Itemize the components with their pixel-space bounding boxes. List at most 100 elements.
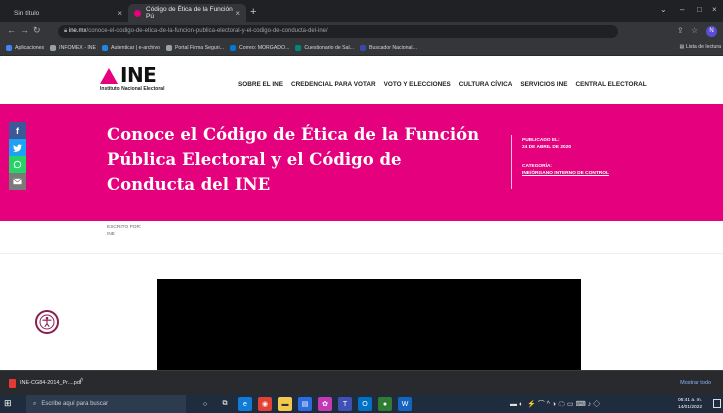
share-twitter-button[interactable] xyxy=(9,139,26,156)
bookmark-item[interactable]: Correo: MORGADO... xyxy=(229,45,290,51)
taskbar-apps: ○ ⧉ e ◉ ▬ ▤ ✿ T O ● W xyxy=(198,397,412,411)
logo-subtitle: Instituto Nacional Electoral xyxy=(100,86,165,92)
ine-logo[interactable]: INE Instituto Nacional Electoral xyxy=(100,63,192,92)
clock-time: 06:41 a. m. xyxy=(678,398,702,403)
share-whatsapp-button[interactable] xyxy=(9,156,26,173)
system-tray-icons[interactable]: ▬ ◐ ⚡ ⌒ ^ ◑ ☁ ▭ ⌨ ♪ ◇ xyxy=(510,399,600,409)
published-date: 24 DE ABRIL DE 2020 xyxy=(522,145,572,150)
globe-icon xyxy=(165,45,172,51)
email-icon xyxy=(13,178,22,185)
browser-tab[interactable]: Sin título × xyxy=(8,4,128,22)
bookmark-item[interactable]: Cuestionario de Sal... xyxy=(295,45,354,51)
lock-icon: 🔒︎ xyxy=(64,28,68,34)
bookmark-item[interactable]: Portal Firma Seguri... xyxy=(165,45,224,51)
download-shelf: INE-CG84-2014_Pr....pdf ^ Mostrar todo xyxy=(0,370,723,395)
facebook-icon: f xyxy=(16,125,19,136)
outlook-icon[interactable]: O xyxy=(358,397,372,411)
archive-icon xyxy=(102,45,109,51)
bookmark-label: Correo: MORGADO... xyxy=(238,45,290,51)
search-placeholder: Escribe aquí para buscar xyxy=(41,401,109,407)
author-label: ESCRITO POR: xyxy=(107,225,142,230)
tab-title: Sin título xyxy=(14,9,40,17)
bookmark-item[interactable]: Autenticar | e-archivo xyxy=(102,45,160,51)
share-page-icon[interactable]: ⇪ xyxy=(677,26,684,35)
bookmark-label: Portal Firma Seguri... xyxy=(174,45,224,51)
maximize-icon[interactable]: □ xyxy=(697,5,702,14)
nav-voto-elecciones[interactable]: VOTO Y ELECCIONES xyxy=(384,81,451,88)
close-window-icon[interactable]: × xyxy=(712,5,717,14)
main-nav: SOBRE EL INE CREDENCIAL PARA VOTAR VOTO … xyxy=(238,81,647,88)
nav-servicios-ine[interactable]: SERVICIOS INE xyxy=(520,81,567,88)
bookmark-star-icon[interactable]: ☆ xyxy=(691,26,698,35)
reading-list-label: Lista de lectura xyxy=(685,44,721,50)
new-tab-button[interactable]: + xyxy=(250,6,256,18)
edge-icon[interactable]: e xyxy=(238,397,252,411)
download-item[interactable]: INE-CG84-2014_Pr....pdf xyxy=(20,380,81,386)
chevron-up-icon[interactable]: ^ xyxy=(80,378,83,385)
taskbar-search[interactable]: ⌕ Escribe aquí para buscar xyxy=(26,395,186,413)
windows-start-icon[interactable]: ⊞ xyxy=(4,398,12,409)
url-path: /conoce-el-codigo-de-etica-de-la-funcion… xyxy=(86,28,328,34)
forms-icon xyxy=(295,45,302,51)
minimize-icon[interactable]: – xyxy=(680,5,684,14)
search-icon: ⌕ xyxy=(33,400,37,407)
pdf-file-icon xyxy=(9,379,16,388)
share-email-button[interactable] xyxy=(9,173,26,190)
tab-search-icon[interactable]: ⌄ xyxy=(660,5,667,14)
store-icon[interactable]: ▤ xyxy=(298,397,312,411)
apps-grid-icon xyxy=(6,45,12,51)
screen: Sin título × Código de Ética de la Funci… xyxy=(0,0,723,413)
video-player[interactable] xyxy=(157,279,581,370)
bookmark-label: Aplicaciones xyxy=(15,45,45,51)
nav-sobre-el-ine[interactable]: SOBRE EL INE xyxy=(238,81,283,88)
divider xyxy=(0,253,723,254)
nav-cultura-civica[interactable]: CULTURA CÍVICA xyxy=(459,81,513,88)
bookmark-item[interactable]: Buscador Nacional... xyxy=(360,45,417,51)
app-icon[interactable]: ✿ xyxy=(318,397,332,411)
category-label: CATEGORÍA: xyxy=(522,164,553,169)
article-title: Conoce el Código de Ética de la Función … xyxy=(107,125,480,194)
reading-list-button[interactable]: ▤ Lista de lectura xyxy=(679,44,721,50)
article-hero: Conoce el Código de Ética de la Función … xyxy=(0,104,723,221)
logo-word: INE xyxy=(120,63,157,87)
chrome-icon[interactable]: ◉ xyxy=(258,397,272,411)
whatsapp-icon xyxy=(13,160,22,169)
file-explorer-icon[interactable]: ▬ xyxy=(278,397,292,411)
hero-divider xyxy=(511,135,512,189)
back-icon[interactable]: ← xyxy=(7,25,16,35)
author-block: ESCRITO POR: INE xyxy=(107,224,141,238)
site-header: INE Instituto Nacional Electoral SOBRE E… xyxy=(0,56,723,104)
word-icon[interactable]: W xyxy=(398,397,412,411)
share-facebook-button[interactable]: f xyxy=(9,122,26,139)
app-icon[interactable]: ● xyxy=(378,397,392,411)
accessibility-icon xyxy=(39,314,55,330)
author-value: INE xyxy=(107,232,115,237)
reload-icon[interactable]: ↻ xyxy=(33,25,41,36)
show-all-button[interactable]: Mostrar todo xyxy=(680,380,711,386)
forward-icon[interactable]: → xyxy=(20,25,29,35)
browser-tab-active[interactable]: Código de Ética de la Función Pú × xyxy=(128,4,246,22)
accessibility-button[interactable] xyxy=(35,310,59,334)
bookmark-apps[interactable]: Aplicaciones xyxy=(6,45,44,51)
globe-icon xyxy=(50,45,57,51)
close-tab-icon[interactable]: × xyxy=(235,9,240,18)
ine-favicon-icon xyxy=(134,9,141,17)
cortana-icon[interactable]: ○ xyxy=(198,397,212,411)
nav-credencial[interactable]: CREDENCIAL PARA VOTAR xyxy=(291,81,376,88)
address-bar[interactable]: 🔒︎ ine.mx/conoce-el-codigo-de-etica-de-l… xyxy=(58,25,618,38)
ine-triangle-icon xyxy=(100,68,118,84)
profile-avatar[interactable]: N xyxy=(706,26,717,37)
notification-icon[interactable] xyxy=(713,399,721,408)
bookmark-label: Buscador Nacional... xyxy=(369,45,417,51)
bookmark-item[interactable]: INFOMEX - INE xyxy=(50,45,96,51)
close-tab-icon[interactable]: × xyxy=(117,9,122,18)
task-view-icon[interactable]: ⧉ xyxy=(218,397,232,411)
teams-icon[interactable]: T xyxy=(338,397,352,411)
taskbar-clock[interactable]: 06:41 a. m. 14/01/2022 xyxy=(678,397,702,411)
web-page: INE Instituto Nacional Electoral SOBRE E… xyxy=(0,56,723,370)
bookmark-label: INFOMEX - INE xyxy=(59,45,97,51)
nav-central-electoral[interactable]: CENTRAL ELECTORAL xyxy=(575,81,646,88)
category-link[interactable]: INE/ÓRGANO INTERNO DE CONTROL xyxy=(522,171,609,176)
twitter-icon xyxy=(13,144,22,152)
bookmark-label: Cuestionario de Sal... xyxy=(304,45,355,51)
